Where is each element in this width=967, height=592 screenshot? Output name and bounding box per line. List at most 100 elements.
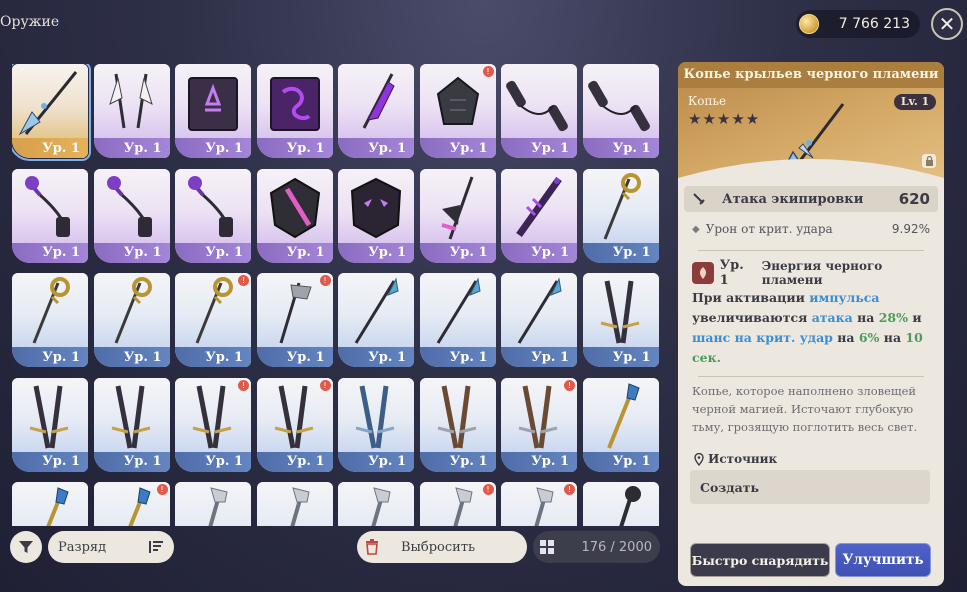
new-alert-badge: ! [238,275,249,286]
sub-stat-label: Урон от крит. удара [705,222,833,236]
flame-wing-icon [692,262,714,284]
weapon-card[interactable]: Ур. 1 [419,273,496,367]
level-band: Ур. 1 [501,347,577,367]
weapon-card[interactable]: Ур. 1 [175,64,251,158]
weapon-card[interactable]: Ур. 1 [338,64,414,158]
sub-stat-value: 9.92% [891,222,930,236]
weapon-art-spear-blue [338,273,414,349]
weapon-card[interactable]: Ур. 1 [419,377,496,472]
weapon-level: Ур. 1 [205,454,243,469]
level-band: Ур. 1 [175,451,251,472]
weapon-art-wand-silver [338,482,414,526]
weapon-card[interactable]: Ур. 1 [582,377,659,472]
desc-text: на [879,330,906,345]
divider [698,376,924,377]
quick-equip-button[interactable]: Быстро снарядить [690,543,830,577]
weapon-art-scythe-dark [419,168,496,245]
weapon-card[interactable]: Ур. 1 [12,377,88,472]
weapon-card[interactable]: Ур. 1 [93,273,170,367]
weapon-card[interactable]: Ур. 1 [175,168,251,263]
weapon-card[interactable]: Ур. 1 [501,273,577,367]
weapon-card[interactable]: Ур. 1 [12,168,88,263]
weapon-card[interactable]: Ур. 1! [256,377,333,472]
weapon-art-spear-blue [419,273,496,349]
level-band: Ур. 1 [256,451,333,472]
weapon-art-flail-purple [12,168,88,245]
weapon-level: Ур. 1 [531,245,569,260]
weapon-card[interactable]: ! [419,482,496,526]
weapon-card[interactable]: Ур. 1 [93,377,170,472]
weapon-card[interactable]: Ур. 1 [338,168,414,263]
weapon-level: Ур. 1 [42,349,80,365]
location-pin-icon [694,452,704,466]
weapon-level: Ур. 1 [123,454,162,469]
weapon-art-tome-violet [256,64,333,140]
weapon-card[interactable]: Ур. 1 [256,168,333,263]
level-band: Ур. 1 [93,347,170,367]
weapon-level: Ур. 1 [205,349,243,365]
weapon-card[interactable]: Ур. 1 [93,168,170,263]
passive-level: Ур. 1 [719,258,744,288]
weapon-card[interactable]: Ур. 1! [419,64,496,158]
source-create-link[interactable]: Создать [690,470,930,504]
filter-button[interactable] [10,531,42,563]
level-band: Ур. 1 [501,451,577,472]
weapon-card[interactable]: Ур. 1 [582,168,659,263]
level-band: Ур. 1 [582,138,659,158]
level-band: Ур. 1 [501,138,577,158]
weapon-card[interactable]: Ур. 1! [175,273,251,367]
coin-icon [799,14,819,34]
weapon-art-staff-gold [582,168,659,245]
weapon-card[interactable]: Ур. 1 [338,377,414,472]
weapon-card[interactable]: ! [501,482,577,526]
weapon-level: Ур. 1 [123,140,162,156]
level-band: Ур. 1 [12,347,88,367]
weapon-card[interactable]: Ур. 1 [93,64,170,158]
new-alert-badge: ! [482,66,494,77]
level-band: Ур. 1 [12,451,88,472]
weapon-card[interactable]: Ур. 1 [501,64,577,158]
weapon-card[interactable]: Ур. 1! [256,273,333,367]
upgrade-button[interactable]: Улучшить [835,543,931,577]
weapon-card[interactable] [582,482,659,526]
weapon-card[interactable]: Ур. 1 [12,64,91,161]
level-band: Ур. 1 [256,138,333,158]
weapon-level: Ур. 1 [123,245,162,260]
weapon-level: Ур. 1 [286,245,325,260]
level-band: Ур. 1 [93,451,170,472]
sort-select[interactable]: Разряд [48,531,174,563]
weapon-level: Ур. 1 [368,349,406,365]
weapon-card[interactable]: ! [93,482,170,526]
level-band: Ур. 1 [582,347,659,367]
lock-icon[interactable] [922,154,936,168]
weapon-art-nunchaku-dark [501,64,577,140]
weapon-card[interactable] [256,482,333,526]
weapon-card[interactable]: Ур. 1 [256,64,333,158]
discard-button[interactable]: Выбросить [357,531,527,563]
new-alert-badge: ! [564,379,575,391]
weapon-level: Ур. 1 [286,454,325,469]
weapon-card[interactable]: Ур. 1 [12,273,88,367]
weapon-card[interactable]: Ур. 1! [501,377,577,472]
level-band: Ур. 1 [256,242,333,263]
header-arc [678,159,944,182]
desc-text: При активации [692,290,810,305]
weapon-level: Ур. 1 [368,454,406,469]
level-band: Ур. 1 [419,451,496,472]
weapon-card[interactable]: Ур. 1 [582,273,659,367]
weapon-card[interactable]: Ур. 1 [582,64,659,158]
weapon-art-flail-purple [175,168,251,245]
weapon-card[interactable]: Ур. 1 [501,168,577,263]
weapon-card[interactable] [12,482,88,526]
weapon-card[interactable] [338,482,414,526]
level-band: Ур. 1 [501,242,577,263]
weapon-card[interactable]: Ур. 1 [338,273,414,367]
weapon-card[interactable]: Ур. 1! [175,377,251,472]
weapon-art-tome-purple [175,64,251,140]
weapon-level: Ур. 1 [531,349,569,365]
close-button[interactable]: ✕ [931,8,963,40]
level-band: Ур. 1 [256,347,333,367]
desc-value: 6% [858,330,880,345]
weapon-card[interactable] [175,482,251,526]
weapon-card[interactable]: Ур. 1 [419,168,496,263]
